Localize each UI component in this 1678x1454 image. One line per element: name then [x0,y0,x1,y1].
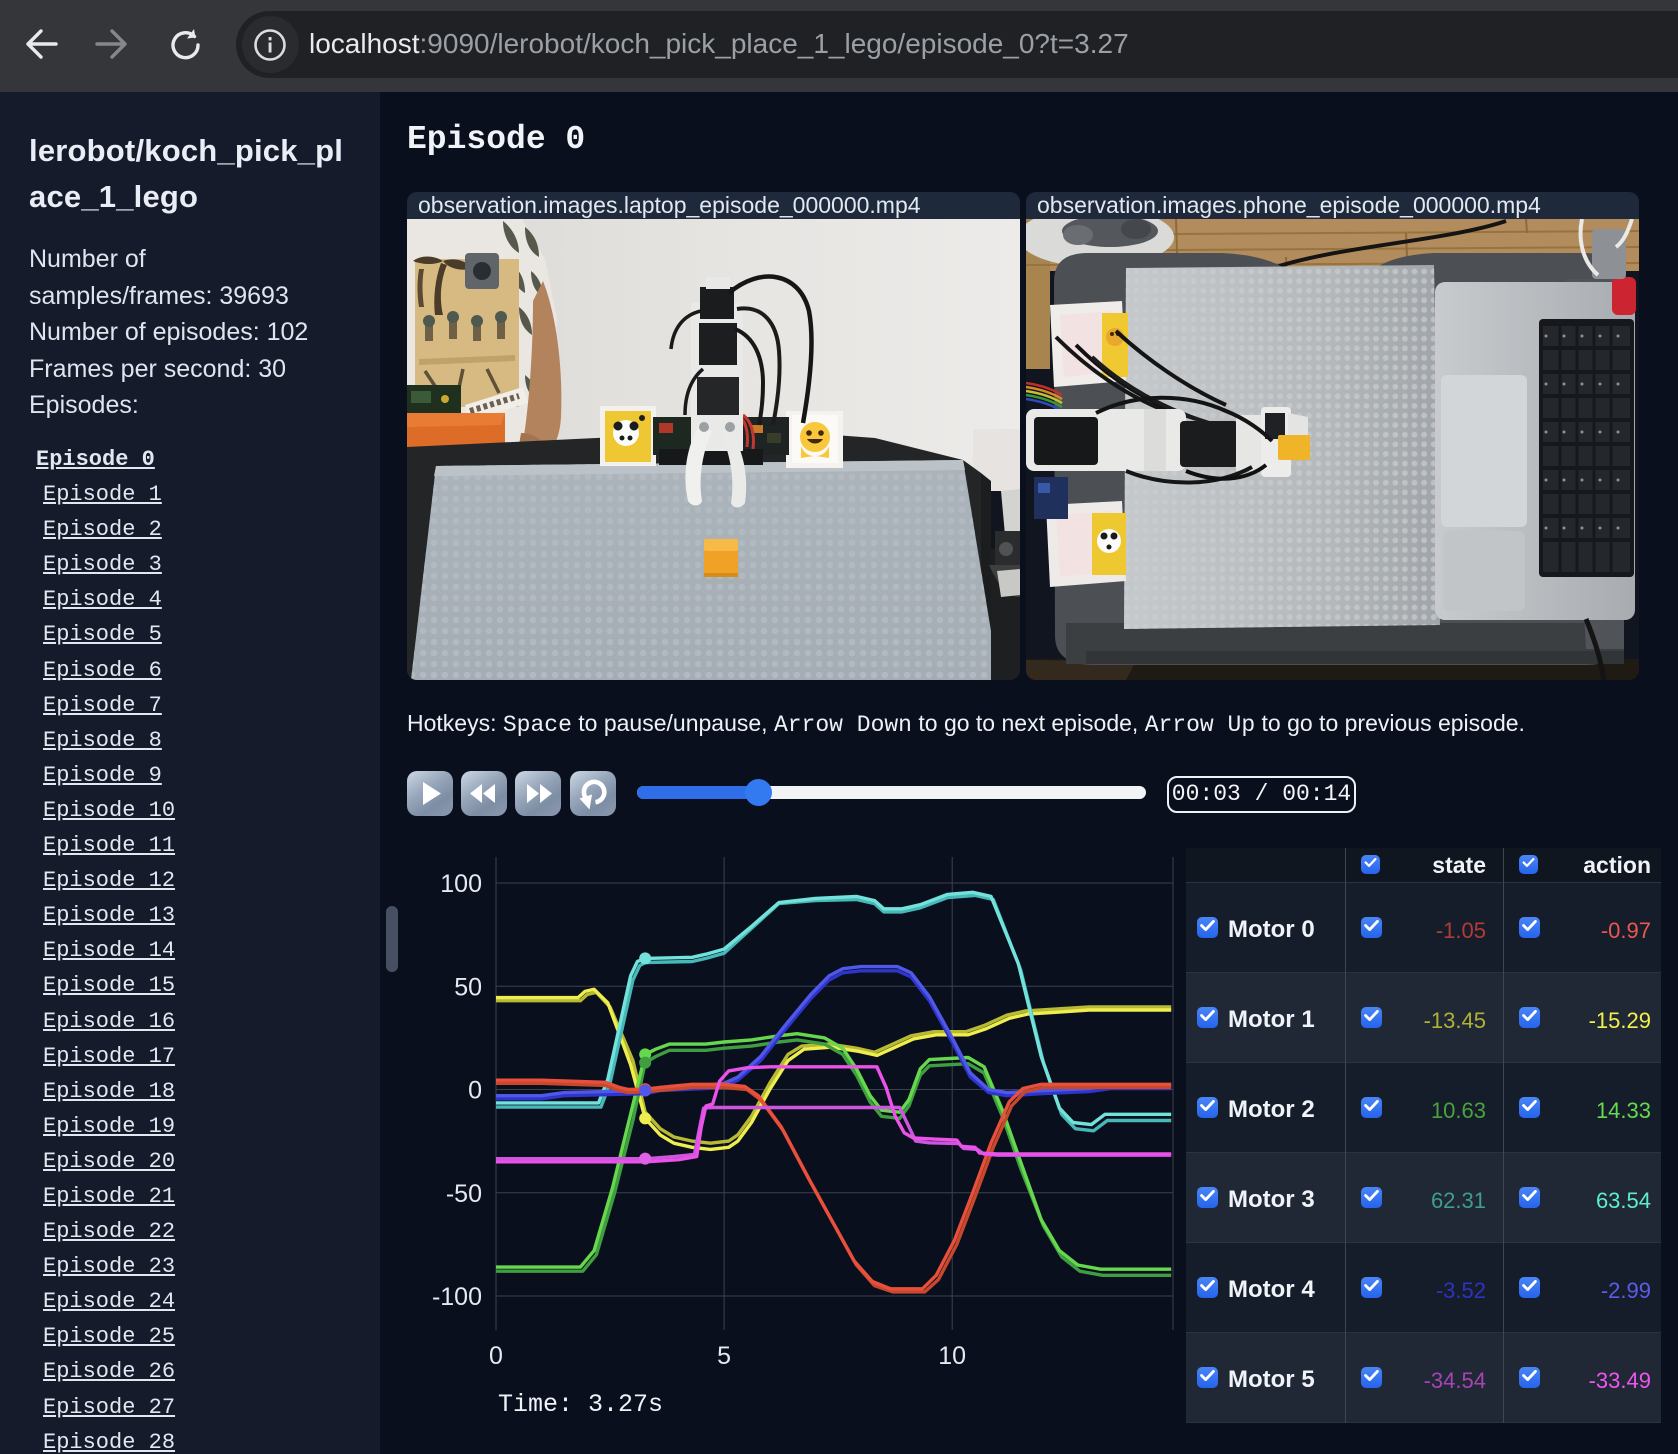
svg-text:-50: -50 [446,1180,482,1208]
svg-text:5: 5 [717,1342,731,1370]
svg-text:0: 0 [489,1342,503,1370]
svg-text:50: 50 [454,973,482,1001]
svg-text:0: 0 [468,1077,482,1105]
svg-text:10: 10 [938,1342,966,1370]
svg-text:100: 100 [440,870,482,898]
svg-text:-100: -100 [432,1283,482,1311]
